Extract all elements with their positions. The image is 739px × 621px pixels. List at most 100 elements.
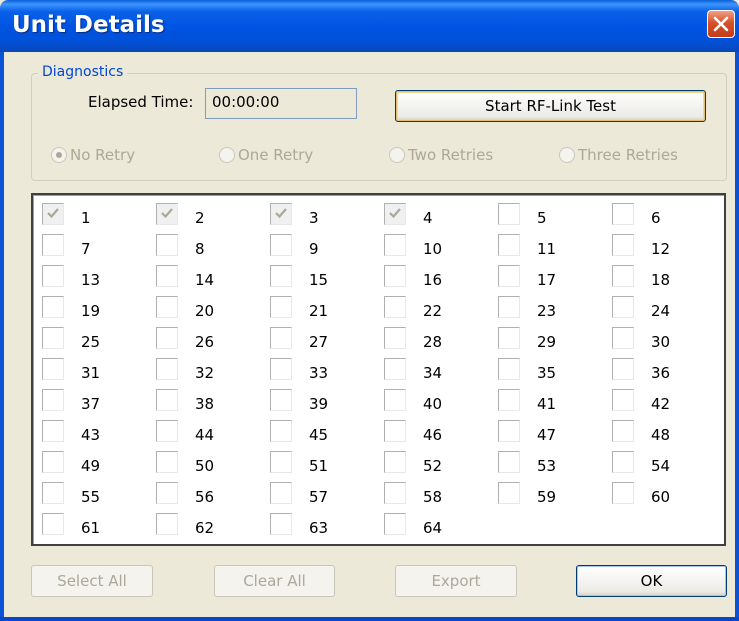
export-button[interactable]: Export <box>395 565 517 597</box>
unit-checkbox[interactable] <box>384 513 406 535</box>
unit-checkbox-item[interactable]: 53 <box>498 451 608 477</box>
unit-checkbox-item[interactable]: 49 <box>42 451 152 477</box>
unit-checkbox-item[interactable]: 26 <box>156 327 266 353</box>
unit-checkbox[interactable] <box>270 296 292 318</box>
unit-checkbox[interactable] <box>384 327 406 349</box>
unit-checkbox-item[interactable]: 29 <box>498 327 608 353</box>
unit-checkbox[interactable] <box>612 296 634 318</box>
unit-checkbox-item[interactable]: 36 <box>612 358 722 384</box>
unit-checkbox[interactable] <box>270 482 292 504</box>
unit-checkbox[interactable] <box>156 451 178 473</box>
unit-checkbox-item[interactable]: 46 <box>384 420 494 446</box>
unit-checkbox-item[interactable]: 17 <box>498 265 608 291</box>
unit-checkbox-item[interactable]: 3 <box>270 203 380 229</box>
unit-checkbox[interactable] <box>42 265 64 287</box>
unit-checkbox[interactable] <box>498 234 520 256</box>
unit-checkbox[interactable] <box>270 420 292 442</box>
unit-checkbox[interactable] <box>498 358 520 380</box>
unit-checkbox-item[interactable]: 9 <box>270 234 380 260</box>
unit-checkbox[interactable] <box>498 482 520 504</box>
unit-checkbox-item[interactable]: 58 <box>384 482 494 508</box>
unit-checkbox[interactable] <box>498 389 520 411</box>
unit-checkbox-item[interactable]: 47 <box>498 420 608 446</box>
unit-checkbox[interactable] <box>612 451 634 473</box>
unit-checkbox-item[interactable]: 55 <box>42 482 152 508</box>
unit-checkbox[interactable] <box>270 389 292 411</box>
unit-checkbox[interactable] <box>384 265 406 287</box>
unit-checkbox-item[interactable]: 20 <box>156 296 266 322</box>
select-all-button[interactable]: Select All <box>31 565 153 597</box>
unit-checkbox-item[interactable]: 18 <box>612 265 722 291</box>
unit-checkbox-item[interactable]: 21 <box>270 296 380 322</box>
unit-checkbox-item[interactable]: 6 <box>612 203 722 229</box>
unit-checkbox[interactable] <box>156 265 178 287</box>
unit-checkbox-item[interactable]: 43 <box>42 420 152 446</box>
unit-checkbox[interactable] <box>42 203 64 225</box>
unit-checkbox[interactable] <box>270 358 292 380</box>
unit-checkbox[interactable] <box>270 203 292 225</box>
unit-checkbox[interactable] <box>156 203 178 225</box>
unit-checkbox[interactable] <box>498 203 520 225</box>
unit-checkbox-item[interactable]: 1 <box>42 203 152 229</box>
unit-checkbox[interactable] <box>42 482 64 504</box>
unit-checkbox-item[interactable]: 61 <box>42 513 152 539</box>
unit-checkbox[interactable] <box>612 327 634 349</box>
unit-checkbox-item[interactable]: 52 <box>384 451 494 477</box>
unit-checkbox-item[interactable]: 40 <box>384 389 494 415</box>
unit-checkbox-item[interactable]: 13 <box>42 265 152 291</box>
unit-checkbox[interactable] <box>42 327 64 349</box>
unit-checkbox[interactable] <box>612 265 634 287</box>
unit-checkbox-item[interactable]: 16 <box>384 265 494 291</box>
close-button[interactable] <box>707 10 735 38</box>
unit-checkbox-item[interactable]: 35 <box>498 358 608 384</box>
unit-checkbox-item[interactable]: 25 <box>42 327 152 353</box>
unit-checkbox-item[interactable]: 39 <box>270 389 380 415</box>
unit-checkbox[interactable] <box>156 296 178 318</box>
unit-checkbox-item[interactable]: 48 <box>612 420 722 446</box>
unit-checkbox-item[interactable]: 62 <box>156 513 266 539</box>
unit-checkbox-item[interactable]: 22 <box>384 296 494 322</box>
unit-checkbox-item[interactable]: 63 <box>270 513 380 539</box>
unit-checkbox[interactable] <box>42 358 64 380</box>
unit-checkbox-item[interactable]: 33 <box>270 358 380 384</box>
unit-checkbox-item[interactable]: 7 <box>42 234 152 260</box>
unit-checkbox-item[interactable]: 45 <box>270 420 380 446</box>
unit-checkbox[interactable] <box>156 513 178 535</box>
unit-checkbox-item[interactable]: 50 <box>156 451 266 477</box>
unit-checkbox-item[interactable]: 44 <box>156 420 266 446</box>
unit-checkbox-item[interactable]: 5 <box>498 203 608 229</box>
unit-checklist[interactable]: 1 2 3 4 5 6 7 8 9 10 11 12 13 14 15 16 17 18 19 20 21 22 23 24 2… <box>31 193 726 546</box>
unit-checkbox-item[interactable]: 2 <box>156 203 266 229</box>
unit-checkbox[interactable] <box>156 389 178 411</box>
unit-checkbox[interactable] <box>384 420 406 442</box>
unit-checkbox-item[interactable]: 54 <box>612 451 722 477</box>
unit-checkbox-item[interactable]: 8 <box>156 234 266 260</box>
unit-checkbox[interactable] <box>156 420 178 442</box>
unit-checkbox-item[interactable]: 28 <box>384 327 494 353</box>
unit-checkbox[interactable] <box>156 234 178 256</box>
ok-button[interactable]: OK <box>576 565 727 597</box>
unit-checkbox-item[interactable]: 15 <box>270 265 380 291</box>
unit-checkbox-item[interactable]: 23 <box>498 296 608 322</box>
unit-checkbox-item[interactable]: 60 <box>612 482 722 508</box>
unit-checkbox-item[interactable]: 57 <box>270 482 380 508</box>
unit-checkbox[interactable] <box>384 482 406 504</box>
unit-checkbox-item[interactable]: 34 <box>384 358 494 384</box>
unit-checkbox-item[interactable]: 27 <box>270 327 380 353</box>
unit-checkbox[interactable] <box>612 420 634 442</box>
unit-checkbox-item[interactable]: 38 <box>156 389 266 415</box>
unit-checkbox-item[interactable]: 19 <box>42 296 152 322</box>
start-rf-link-test-button[interactable]: Start RF-Link Test <box>395 90 706 122</box>
unit-checkbox-item[interactable]: 10 <box>384 234 494 260</box>
unit-checkbox[interactable] <box>612 358 634 380</box>
title-bar[interactable]: Unit Details <box>0 0 739 52</box>
unit-checkbox-item[interactable]: 24 <box>612 296 722 322</box>
unit-checkbox[interactable] <box>612 234 634 256</box>
clear-all-button[interactable]: Clear All <box>214 565 335 597</box>
unit-checkbox[interactable] <box>612 389 634 411</box>
unit-checkbox-item[interactable]: 37 <box>42 389 152 415</box>
unit-checkbox-item[interactable]: 4 <box>384 203 494 229</box>
unit-checkbox[interactable] <box>270 265 292 287</box>
unit-checkbox[interactable] <box>270 451 292 473</box>
unit-checkbox[interactable] <box>384 296 406 318</box>
